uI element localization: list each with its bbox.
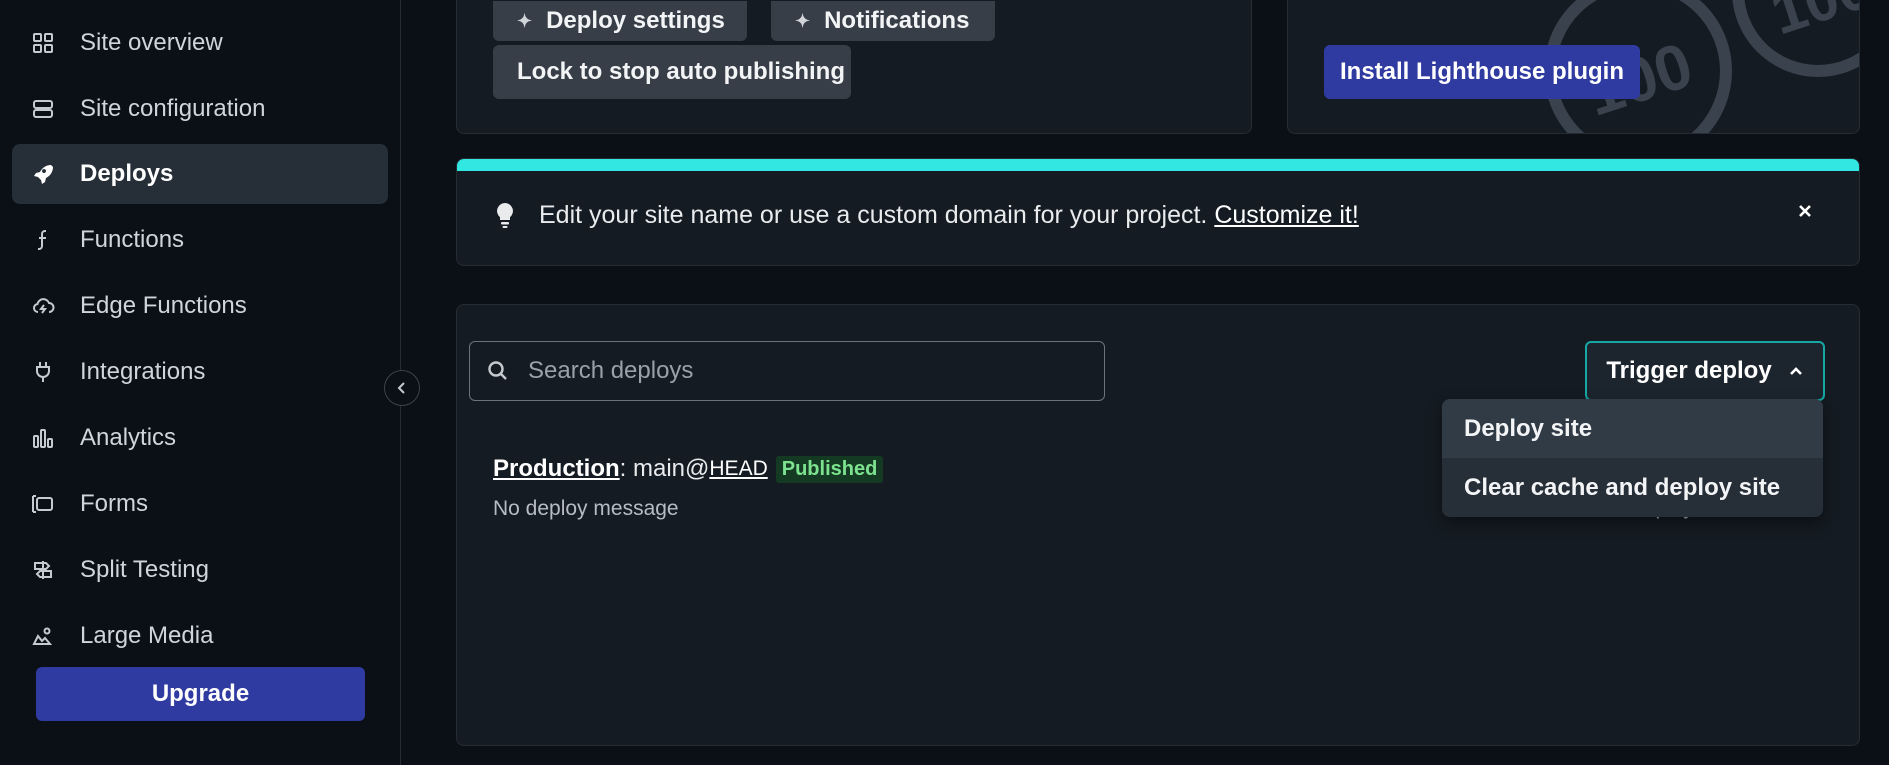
- lighthouse-card: 100 100 Install Lighthouse plugin: [1287, 0, 1860, 134]
- sidebar-item-integrations[interactable]: Integrations: [12, 342, 388, 402]
- trigger-deploy-button[interactable]: Trigger deploy: [1585, 341, 1825, 401]
- deploy-message: No deploy message: [493, 497, 679, 520]
- sidebar-item-large-media[interactable]: Large Media: [12, 606, 388, 666]
- sidebar-item-forms[interactable]: Forms: [12, 474, 388, 534]
- banner-accent-stripe: [457, 159, 1859, 171]
- lock-auto-publishing-button[interactable]: Lock to stop auto publishing: [493, 45, 851, 99]
- sidebar-item-label: Deploys: [80, 160, 174, 187]
- notifications-label: Notifications: [824, 7, 970, 34]
- install-lighthouse-button[interactable]: Install Lighthouse plugin: [1324, 45, 1640, 99]
- deploy-title-separator: :: [619, 455, 633, 482]
- sidebar-item-label: Integrations: [80, 358, 206, 385]
- lambda-icon: [30, 227, 56, 253]
- notifications-button[interactable]: ✦ Notifications: [771, 1, 995, 41]
- media-icon: [30, 623, 56, 649]
- sidebar-item-edge-functions[interactable]: Edge Functions: [12, 276, 388, 336]
- search-icon: [486, 359, 510, 383]
- trigger-deploy-menu: Deploy site Clear cache and deploy site: [1442, 399, 1823, 517]
- sidebar-item-site-configuration[interactable]: Site configuration: [12, 79, 388, 139]
- trigger-deploy-label: Trigger deploy: [1606, 357, 1772, 384]
- search-deploys-input[interactable]: [528, 357, 1104, 385]
- sidebar-item-label: Split Testing: [80, 556, 209, 583]
- deploy-settings-label: Deploy settings: [546, 7, 725, 34]
- sidebar-item-label: Functions: [80, 226, 185, 253]
- close-banner-button[interactable]: [1791, 197, 1819, 225]
- sidebar-item-deploys[interactable]: Deploys: [12, 144, 388, 204]
- sidebar-item-label: Analytics: [80, 424, 177, 451]
- deploys-panel: Trigger deploy Deploy site Clear cache a…: [456, 304, 1860, 746]
- sidebar-item-label: Site overview: [80, 29, 223, 56]
- sidebar-item-label: Edge Functions: [80, 292, 247, 319]
- menu-item-deploy-site[interactable]: Deploy site: [1442, 399, 1823, 458]
- deploy-title: Production : main@ HEAD Published: [493, 455, 884, 483]
- bell-icon: ✦: [795, 10, 811, 31]
- rocket-icon: [30, 161, 56, 187]
- lightbulb-icon: [493, 201, 517, 229]
- menu-item-clear-cache-deploy[interactable]: Clear cache and deploy site: [1442, 458, 1823, 517]
- close-icon: [1799, 205, 1811, 217]
- customize-banner: Edit your site name or use a custom doma…: [456, 158, 1860, 266]
- customize-link[interactable]: Customize it!: [1214, 201, 1358, 229]
- plug-icon: [30, 359, 56, 385]
- deploy-commit-link[interactable]: HEAD: [709, 457, 767, 481]
- chevron-up-icon: [1789, 367, 1802, 375]
- settings-icon: ✦: [517, 10, 533, 31]
- grid-icon: [30, 30, 56, 56]
- chevron-left-icon: [397, 382, 405, 394]
- sidebar-item-label: Forms: [80, 490, 148, 517]
- deploy-branch: main@: [633, 455, 710, 482]
- sidebar: Site overview Site configuration Deploys…: [0, 0, 401, 765]
- deploy-list-item[interactable]: Production : main@ HEAD Published No dep…: [493, 455, 884, 521]
- deploy-settings-button[interactable]: ✦ Deploy settings: [493, 1, 747, 41]
- deploy-environment-link[interactable]: Production: [493, 455, 620, 483]
- sidebar-item-split-testing[interactable]: Split Testing: [12, 540, 388, 600]
- collapse-sidebar-button[interactable]: [384, 370, 420, 406]
- upgrade-button[interactable]: Upgrade: [36, 667, 365, 721]
- form-icon: [30, 491, 56, 517]
- sidebar-item-site-overview[interactable]: Site overview: [12, 13, 388, 73]
- status-badge: Published: [775, 455, 884, 483]
- sidebar-item-analytics[interactable]: Analytics: [12, 408, 388, 468]
- bar-chart-icon: [30, 425, 56, 451]
- sidebar-item-label: Large Media: [80, 622, 214, 649]
- signpost-icon: [30, 557, 56, 583]
- app-root: Site overview Site configuration Deploys…: [0, 0, 1889, 765]
- sidebar-item-label: Site configuration: [80, 95, 266, 122]
- banner-message: Edit your site name or use a custom doma…: [539, 201, 1359, 230]
- server-icon: [30, 96, 56, 122]
- sidebar-item-functions[interactable]: Functions: [12, 210, 388, 270]
- banner-text: Edit your site name or use a custom doma…: [539, 201, 1208, 229]
- search-deploys-field[interactable]: [469, 341, 1105, 401]
- cloud-bolt-icon: [30, 293, 56, 319]
- deploy-settings-card: ✦ Deploy settings ✦ Notifications Lock t…: [456, 0, 1252, 134]
- lighthouse-score-text-2: 100: [1763, 0, 1860, 47]
